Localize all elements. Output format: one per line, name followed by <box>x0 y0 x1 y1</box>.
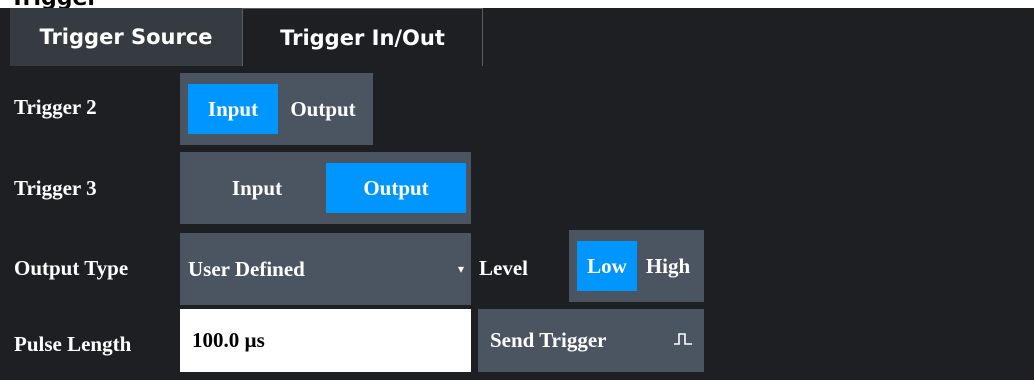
trigger2-label: Trigger 2 <box>14 95 97 119</box>
tab-bar: Trigger Source Trigger In/Out <box>0 8 1034 67</box>
level-toggle: Low High <box>569 230 704 302</box>
trigger-dialog: Trigger Trigger Source Trigger In/Out Tr… <box>0 0 1034 380</box>
send-trigger-button[interactable]: Send Trigger <box>478 309 704 372</box>
level-low-option[interactable]: Low <box>577 241 637 291</box>
pulse-length-value: 100.0 µs <box>192 328 265 352</box>
trigger-in-out-panel: Trigger 2 Input Output Trigger 3 Input O… <box>0 66 1034 380</box>
tab-trigger-in-out[interactable]: Trigger In/Out <box>242 8 483 67</box>
trigger3-label: Trigger 3 <box>14 176 97 200</box>
title-strip: Trigger <box>0 0 1034 11</box>
level-high-option[interactable]: High <box>637 241 699 291</box>
trigger2-toggle: Input Output <box>180 73 373 145</box>
trigger3-toggle: Input Output <box>180 152 471 224</box>
trigger2-input-option[interactable]: Input <box>188 84 278 134</box>
trigger2-output-option[interactable]: Output <box>278 84 368 134</box>
trigger3-output-option[interactable]: Output <box>326 163 466 213</box>
tab-trigger-source[interactable]: Trigger Source <box>10 8 242 66</box>
chevron-down-icon: ▾ <box>457 262 464 276</box>
output-type-value: User Defined <box>188 257 305 281</box>
output-type-dropdown[interactable]: User Defined ▾ <box>180 233 471 305</box>
pulse-icon <box>674 333 692 345</box>
pulse-length-label: Pulse Length <box>14 332 132 356</box>
level-label: Level <box>479 256 528 280</box>
output-type-label: Output Type <box>14 256 129 280</box>
pulse-length-input[interactable]: 100.0 µs <box>180 309 471 372</box>
trigger3-input-option[interactable]: Input <box>188 163 326 213</box>
send-trigger-label: Send Trigger <box>490 328 607 352</box>
